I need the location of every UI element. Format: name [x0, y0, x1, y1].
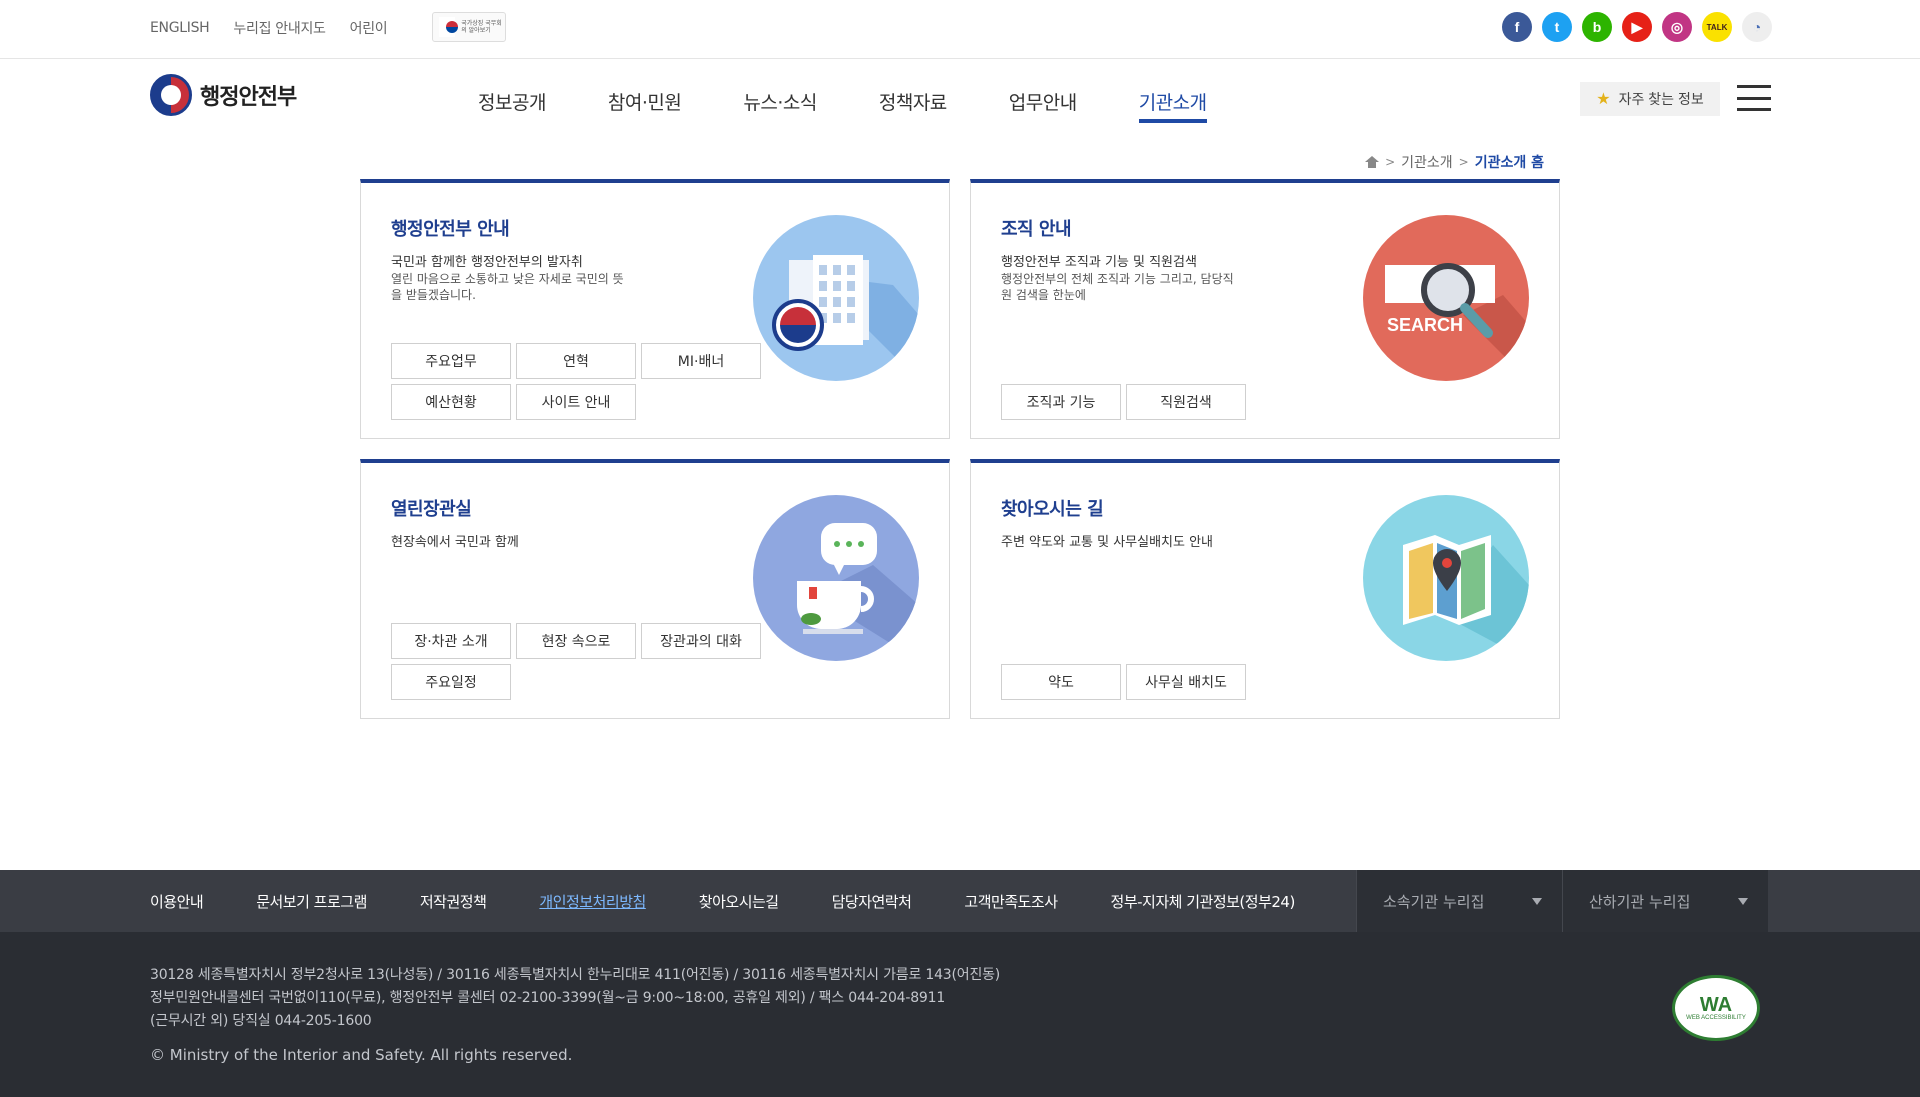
card-buttons: 약도 사무실 배치도: [1001, 664, 1381, 700]
main-navigation: 정보공개 참여·민원 뉴스·소식 정책자료 업무안내 기관소개: [478, 88, 1269, 123]
twitter-icon[interactable]: t: [1542, 12, 1572, 42]
english-link[interactable]: ENGLISH: [150, 20, 210, 36]
map-illustration-icon: [1363, 495, 1529, 661]
staff-search-button[interactable]: 직원검색: [1126, 384, 1246, 420]
mi-banner-button[interactable]: MI·배너: [641, 343, 761, 379]
card-organization: 조직 안내 행정안전부 조직과 기능 및 직원검색 행정안전부의 전체 조직과 …: [970, 179, 1560, 439]
blog-icon[interactable]: b: [1582, 12, 1612, 42]
card-lead: 행정안전부 조직과 기능 및 직원검색: [1001, 255, 1197, 270]
main-work-button[interactable]: 주요업무: [391, 343, 511, 379]
logo-text: 행정안전부: [200, 85, 297, 110]
card-title: 행정안전부 안내: [391, 219, 510, 240]
badge-text: WA: [1699, 994, 1733, 1016]
kids-link[interactable]: 어린이: [350, 18, 388, 38]
footer-link-directions[interactable]: 찾아오시는길: [699, 891, 779, 912]
footer-info: 30128 세종특별자치시 정부2청사로 13(나성동) / 30116 세종특…: [0, 932, 1920, 1097]
card-lead: 현장속에서 국민과 함께: [391, 535, 519, 550]
address-block: 30128 세종특별자치시 정부2청사로 13(나성동) / 30116 세종특…: [150, 964, 1000, 1033]
select-label: 산하기관 누리집: [1589, 892, 1691, 911]
field-button[interactable]: 현장 속으로: [516, 623, 636, 659]
coffee-cup-illustration-icon: [753, 495, 919, 661]
card-ministry-info: 행정안전부 안내 국민과 함께한 행정안전부의 발자취 열린 마음으로 소통하고…: [360, 179, 950, 439]
card-directions: 찾아오시는 길 주변 약도와 교통 및 사무실배치도 안내 약도 사무실 배치도: [970, 459, 1560, 719]
kakaotalk-icon[interactable]: TALK: [1702, 12, 1732, 42]
footer-links: 이용안내 문서보기 프로그램 저작권정책 개인정보처리방침 찾아오시는길 담당자…: [150, 870, 1348, 932]
utility-links: ENGLISH 누리집 안내지도 어린이: [150, 18, 411, 38]
web-accessibility-badge-icon[interactable]: WA WEB ACCESSIBILITY: [1672, 975, 1760, 1041]
footer-link-copyright[interactable]: 저작권정책: [420, 891, 487, 912]
card-buttons: 장·차관 소개 현장 속으로 장관과의 대화 주요일정: [391, 623, 771, 700]
sitemap-link[interactable]: 누리집 안내지도: [233, 18, 326, 38]
site-logo[interactable]: 행정안전부: [150, 74, 297, 116]
card-title: 열린장관실: [391, 499, 472, 520]
organization-function-button[interactable]: 조직과 기능: [1001, 384, 1121, 420]
duty-line: (근무시간 외) 당직실 044-205-1600: [150, 1013, 372, 1029]
nav-news[interactable]: 뉴스·소식: [743, 88, 817, 123]
card-buttons: 조직과 기능 직원검색: [1001, 384, 1381, 420]
footer-link-viewer[interactable]: 문서보기 프로그램: [256, 891, 367, 912]
history-button[interactable]: 연혁: [516, 343, 636, 379]
building-illustration-icon: [753, 215, 919, 381]
national-symbol-text: 국가상징 국무회의 알아보기: [461, 20, 502, 34]
home-icon[interactable]: [1365, 156, 1380, 168]
menu-icon[interactable]: [1737, 85, 1771, 111]
youtube-icon[interactable]: ▶: [1622, 12, 1652, 42]
breadcrumb: > 기관소개 > 기관소개 홈: [1365, 152, 1544, 172]
card-title: 조직 안내: [1001, 219, 1072, 240]
minister-intro-button[interactable]: 장·차관 소개: [391, 623, 511, 659]
schedule-button[interactable]: 주요일정: [391, 664, 511, 700]
site-guide-button[interactable]: 사이트 안내: [516, 384, 636, 420]
card-buttons: 주요업무 연혁 MI·배너 예산현황 사이트 안내: [391, 343, 771, 420]
dropdown-arrow-icon: [1532, 898, 1542, 905]
card-title: 찾아오시는 길: [1001, 499, 1104, 520]
card-open-minister: 열린장관실 현장속에서 국민과 함께 장·차관 소개 현장 속으로 장관과의 대…: [360, 459, 950, 719]
footer-link-terms[interactable]: 이용안내: [150, 891, 204, 912]
breadcrumb-separator: >: [1385, 155, 1396, 169]
budget-button[interactable]: 예산현황: [391, 384, 511, 420]
nav-info-disclosure[interactable]: 정보공개: [478, 88, 546, 123]
affiliated-sites-select[interactable]: 소속기관 누리집: [1356, 870, 1562, 932]
card-lead: 주변 약도와 교통 및 사무실배치도 안내: [1001, 535, 1214, 550]
favorites-label: 자주 찾는 정보: [1618, 91, 1704, 107]
star-icon: ★: [1596, 91, 1611, 108]
nav-about[interactable]: 기관소개: [1138, 88, 1207, 123]
footer-link-survey[interactable]: 고객만족도조사: [964, 891, 1058, 912]
copyright: © Ministry of the Interior and Safety. A…: [150, 1046, 573, 1064]
badge-subtext: WEB ACCESSIBILITY: [1686, 1015, 1746, 1021]
site-header: 행정안전부 정보공개 참여·민원 뉴스·소식 정책자료 업무안내 기관소개 ★ …: [0, 60, 1920, 140]
select-label: 소속기관 누리집: [1383, 892, 1485, 911]
breadcrumb-current: 기관소개 홈: [1474, 155, 1544, 171]
search-illustration-icon: SEARCH: [1363, 215, 1529, 381]
top-utility-bar: ENGLISH 누리집 안내지도 어린이 국가상징 국무회의 알아보기 f t b ▶…: [0, 0, 1920, 59]
subsidiary-sites-select[interactable]: 산하기관 누리집: [1562, 870, 1768, 932]
government-emblem-icon: [150, 74, 192, 116]
footer-link-gov24[interactable]: 정부-지자체 기관정보(정부24): [1111, 891, 1296, 912]
social-links: f t b ▶ ◎ TALK ◔: [1502, 12, 1772, 42]
office-layout-button[interactable]: 사무실 배치도: [1126, 664, 1246, 700]
app-icon[interactable]: ◔: [1742, 12, 1772, 42]
breadcrumb-level1[interactable]: 기관소개: [1401, 152, 1453, 172]
card-desc: 행정안전부의 전체 조직과 기능 그리고, 담당직원 검색을 한눈에: [1001, 272, 1234, 302]
contact-line: 정부민원안내콜센터 국번없이110(무료), 행정안전부 콜센터 02-2100…: [150, 990, 946, 1006]
footer-navigation: 이용안내 문서보기 프로그램 저작권정책 개인정보처리방침 찾아오시는길 담당자…: [0, 870, 1920, 932]
favorites-button[interactable]: ★ 자주 찾는 정보: [1580, 82, 1720, 116]
facebook-icon[interactable]: f: [1502, 12, 1532, 42]
footer-link-contacts[interactable]: 담당자연락처: [832, 891, 912, 912]
nav-business[interactable]: 업무안내: [1009, 88, 1077, 123]
footer-link-privacy[interactable]: 개인정보처리방침: [539, 891, 646, 912]
dropdown-arrow-icon: [1738, 898, 1748, 905]
search-illus-text: SEARCH: [1387, 315, 1463, 335]
breadcrumb-separator: >: [1458, 155, 1469, 169]
nav-policy[interactable]: 정책자료: [879, 88, 947, 123]
korean-flag-icon: [439, 17, 458, 37]
national-symbol-link[interactable]: 국가상징 국무회의 알아보기: [432, 12, 506, 42]
nav-participation[interactable]: 참여·민원: [608, 88, 682, 123]
map-button[interactable]: 약도: [1001, 664, 1121, 700]
instagram-icon[interactable]: ◎: [1662, 12, 1692, 42]
card-lead: 국민과 함께한 행정안전부의 발자취: [391, 255, 583, 270]
card-desc: 열린 마음으로 소통하고 낮은 자세로 국민의 뜻을 받들겠습니다.: [391, 272, 624, 302]
minister-dialogue-button[interactable]: 장관과의 대화: [641, 623, 761, 659]
address-line: 30128 세종특별자치시 정부2청사로 13(나성동) / 30116 세종특…: [150, 967, 1001, 983]
